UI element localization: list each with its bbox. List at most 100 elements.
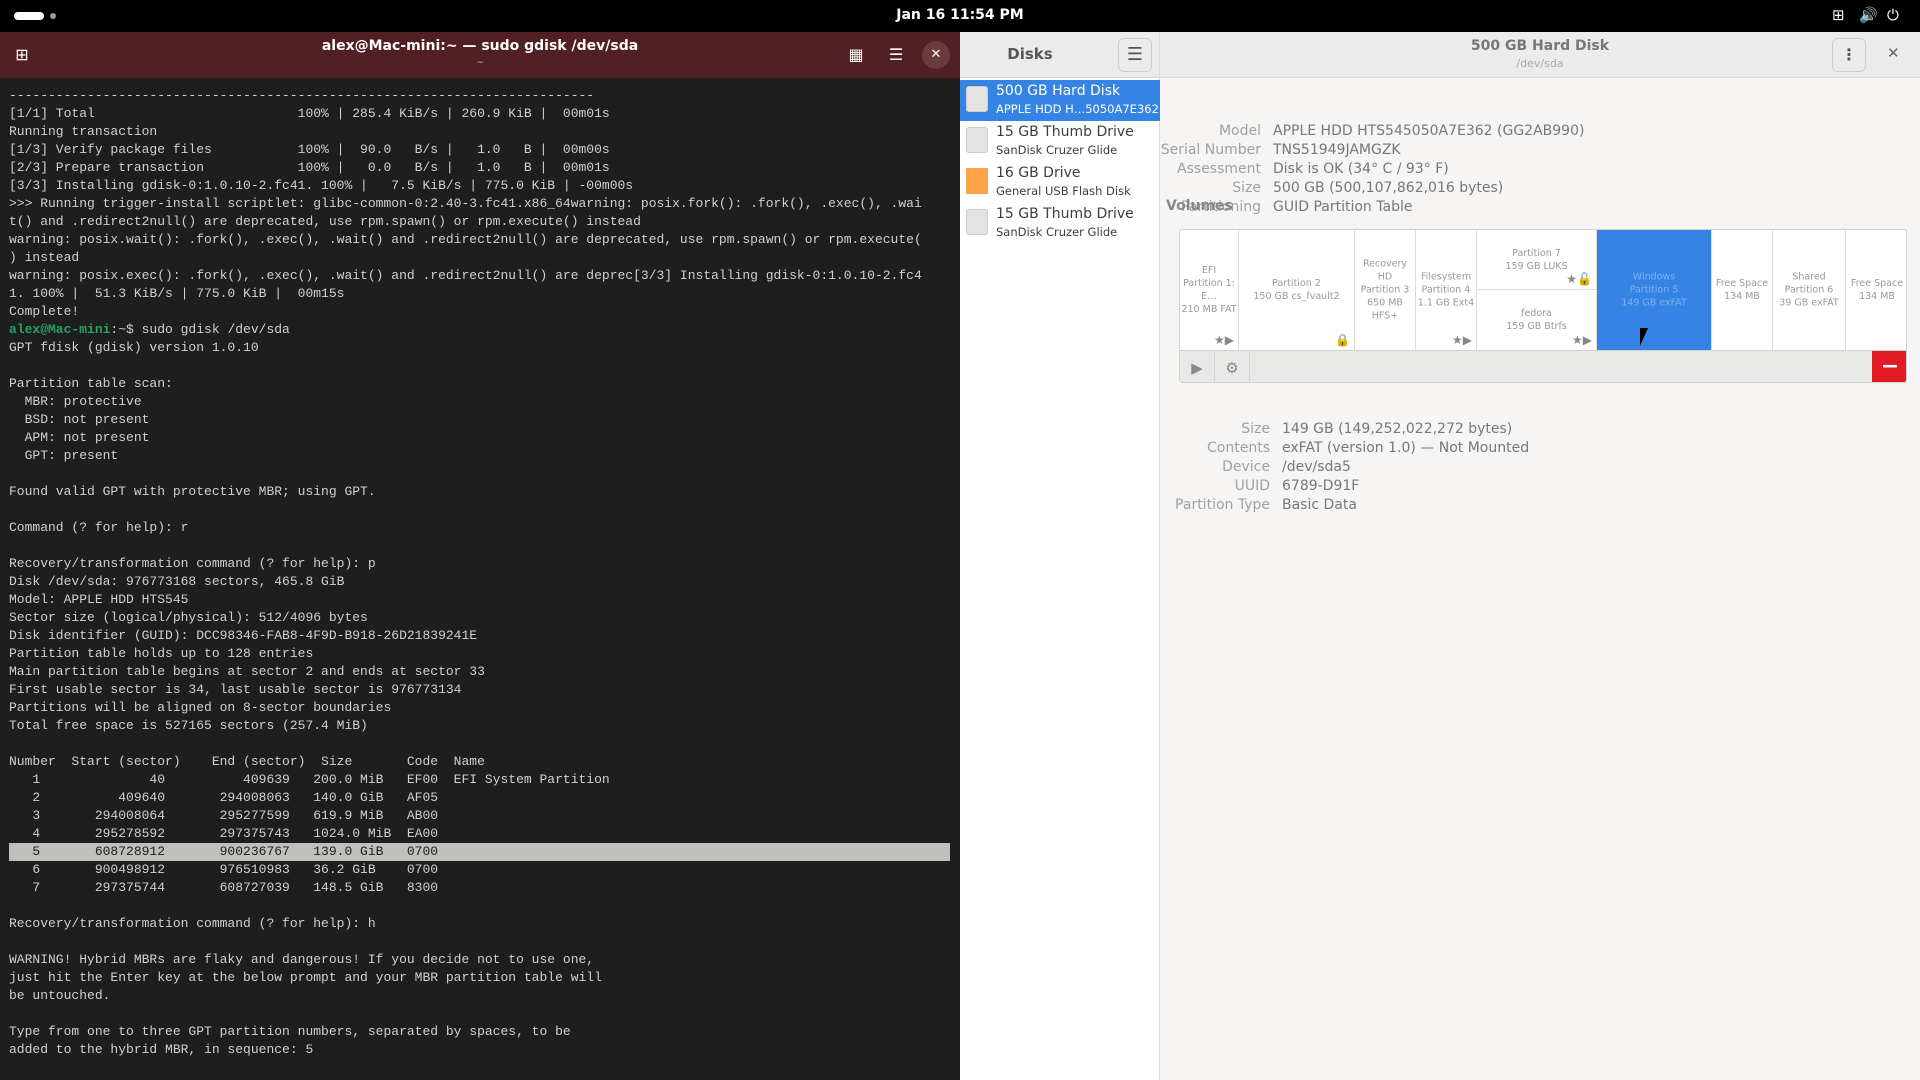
partition-text: 39 GB exFAT	[1779, 297, 1839, 309]
partition-text: 159 GB Btrfs	[1506, 321, 1567, 332]
close-icon[interactable]: ✕	[1887, 44, 1900, 62]
terminal-line: [1/1] Total 100% | 285.4 KiB/s | 260.9 K…	[9, 106, 610, 121]
partition-label: Partition 2 150 GB cs_fvault2	[1239, 277, 1354, 303]
partition-label: Recovery HD Partition 3 650 MB HFS+	[1355, 258, 1415, 323]
disk-name: 500 GB Hard Disk	[996, 83, 1121, 99]
terminal-line: Recovery/transformation command (? for h…	[9, 916, 376, 931]
terminal-line: APM: not present	[9, 430, 150, 445]
terminal-line: warning: posix.exec(): .fork(), .exec(),…	[9, 268, 922, 283]
partition-block[interactable]: Partition 7 159 GB LUKS ★🔓	[1477, 230, 1596, 290]
info-label: Size	[1232, 180, 1261, 196]
network-icon[interactable]: ⊞	[1832, 6, 1845, 24]
info-value: /dev/sda5	[1282, 459, 1351, 475]
info-value: TNS51949JAMGZK	[1273, 142, 1401, 158]
partition-status-icons: ★▶	[1572, 333, 1592, 347]
terminal-line: WARNING! Hybrid MBRs are flaky and dange…	[9, 952, 595, 967]
info-label: Model	[1218, 123, 1261, 139]
partition-block[interactable]: Windows Partition 5 149 GB exFAT	[1597, 230, 1712, 350]
gear-icon[interactable]: ⚙	[1215, 351, 1250, 382]
partition-block[interactable]: EFI Partition 1: E… 210 MB FAT ★▶	[1180, 230, 1239, 350]
terminal-line: Model: APPLE HDD HTS545	[9, 592, 189, 607]
terminal-titlebar: ⊞ alex@Mac-mini:~ — sudo gdisk /dev/sda …	[0, 32, 960, 78]
sidebar-header: Disks ☰	[960, 32, 1159, 78]
delete-partition-button[interactable]: −	[1872, 351, 1906, 382]
disk-device: /dev/sda	[1516, 57, 1564, 70]
info-row: Serial Number TNS51949JAMGZK	[960, 142, 1401, 161]
partition-label: fedora 159 GB Btrfs	[1477, 307, 1596, 333]
disk-list-item[interactable]: 500 GB Hard Disk APPLE HDD H…5050A7E362	[960, 80, 1160, 121]
main-menu-button[interactable]: ☰	[1118, 38, 1152, 72]
partition-block[interactable]: Partition 7 159 GB LUKS ★🔓 fedora 159 GB Btr…	[1477, 230, 1597, 350]
terminal-line: 7 297375744 608727039 148.5 GiB 8300	[9, 880, 439, 895]
partition-block[interactable]: Free Space 134 MB	[1712, 230, 1773, 350]
terminal-line: added to the hybrid MBR, in sequence: 5	[9, 1042, 314, 1057]
terminal-line: MBR: protective	[9, 394, 142, 409]
terminal-line: ----------------------------------------…	[9, 88, 595, 103]
info-label: Device	[1222, 459, 1270, 475]
partition-text: 150 GB cs_fvault2	[1253, 291, 1340, 302]
info-label: Contents	[1207, 440, 1270, 456]
terminal-line: Partitions will be aligned on 8-sector b…	[9, 700, 392, 715]
terminal-line: [2/3] Prepare transaction 100% | 0.0 B/s…	[9, 160, 610, 175]
close-icon[interactable]: ✕	[922, 41, 950, 69]
terminal-line: 3 294008064 295277599 619.9 MiB AB00	[9, 808, 439, 823]
info-row: Size 500 GB (500,107,862,016 bytes)	[960, 180, 1503, 199]
tab-overview-icon[interactable]: ▦	[842, 41, 870, 69]
terminal-output[interactable]: ----------------------------------------…	[9, 87, 950, 1059]
prompt-command: sudo gdisk /dev/sda	[133, 322, 290, 337]
partition-label: Free Space 134 MB	[1712, 277, 1772, 303]
terminal-line: 1. 100% | 51.3 KiB/s | 775.0 KiB | 00m15…	[9, 286, 345, 301]
disk-menu-button[interactable]: ⋮	[1832, 38, 1866, 72]
terminal-line: 4 295278592 297375743 1024.0 MiB EA00	[9, 826, 439, 841]
info-value: Disk is OK (34° C / 93° F)	[1273, 161, 1449, 177]
partition-block[interactable]: Free Space 134 MB	[1846, 230, 1906, 350]
prompt-user: alex@Mac-mini	[9, 322, 111, 337]
info-row: Contents exFAT (version 1.0) — Not Mounte…	[960, 440, 1529, 459]
info-label: Assessment	[1177, 161, 1261, 177]
partition-block[interactable]: Filesystem Partition 4 1.1 GB Ext4 ★▶	[1416, 230, 1477, 350]
terminal-line: Number Start (sector) End (sector) Size …	[9, 754, 485, 769]
terminal-line: Command (? for help): r	[9, 520, 189, 535]
partition-status-icons: ★🔓	[1566, 272, 1592, 286]
terminal-line: BSD: not present	[9, 412, 150, 427]
partition-text: Windows	[1632, 271, 1676, 283]
clock[interactable]: Jan 16 11:54 PM	[0, 7, 1920, 23]
top-bar: Jan 16 11:54 PM ⊞ 🔊 ⏻	[0, 0, 1920, 32]
info-row: Model APPLE HDD HTS545050A7E362 (GG2AB990…	[960, 123, 1585, 142]
partition-text: 149 GB exFAT	[1621, 297, 1687, 309]
volumes-grid: EFI Partition 1: E… 210 MB FAT ★▶ Partition …	[1179, 229, 1907, 383]
terminal-line: Recovery/transformation command (? for h…	[9, 556, 376, 571]
disk-title: 500 GB Hard Disk	[1470, 38, 1610, 54]
terminal-line: t() and .redirect2null() are deprecated,…	[9, 214, 641, 229]
partition-block[interactable]: Recovery HD Partition 3 650 MB HFS+	[1355, 230, 1416, 350]
terminal-line: 5 608728912 900236767 139.0 GiB 0700	[9, 843, 950, 861]
partition-block[interactable]: Partition 2 150 GB cs_fvault2 🔒	[1239, 230, 1355, 350]
menu-icon[interactable]: ☰	[882, 41, 910, 69]
partition-text: 650 MB HFS+	[1367, 297, 1403, 322]
info-value: APPLE HDD HTS545050A7E362 (GG2AB990)	[1273, 123, 1585, 139]
mount-play-icon[interactable]: ▶	[1180, 351, 1215, 382]
terminal-line: alex@Mac-mini:~$ sudo gdisk /dev/sda	[9, 321, 950, 339]
partition-text: Partition 3	[1360, 284, 1410, 296]
partition-label: Partition 7 159 GB LUKS	[1477, 247, 1596, 273]
terminal-line: 6 900498912 976510983 36.2 GiB 0700	[9, 862, 439, 877]
partition-status-icons: ★▶	[1214, 333, 1234, 347]
partition-status-icons: ★▶	[1452, 333, 1472, 347]
volume-icon[interactable]: 🔊	[1859, 6, 1878, 24]
terminal-line: Total free space is 527165 sectors (257.…	[9, 718, 368, 733]
partition-text: Shared	[1792, 271, 1826, 283]
partition-label: Free Space 134 MB	[1846, 277, 1906, 303]
partition-label: Shared Partition 6 39 GB exFAT	[1773, 271, 1845, 310]
terminal-line: Running transaction	[9, 124, 158, 139]
terminal-line: Partition table holds up to 128 entries	[9, 646, 314, 661]
partition-block[interactable]: Shared Partition 6 39 GB exFAT	[1773, 230, 1846, 350]
partition-text: Filesystem	[1420, 271, 1472, 283]
partition-block[interactable]: fedora 159 GB Btrfs ★▶	[1477, 290, 1596, 350]
terminal-title: alex@Mac-mini:~ — sudo gdisk /dev/sda	[321, 38, 639, 54]
power-icon[interactable]: ⏻	[1887, 6, 1899, 24]
